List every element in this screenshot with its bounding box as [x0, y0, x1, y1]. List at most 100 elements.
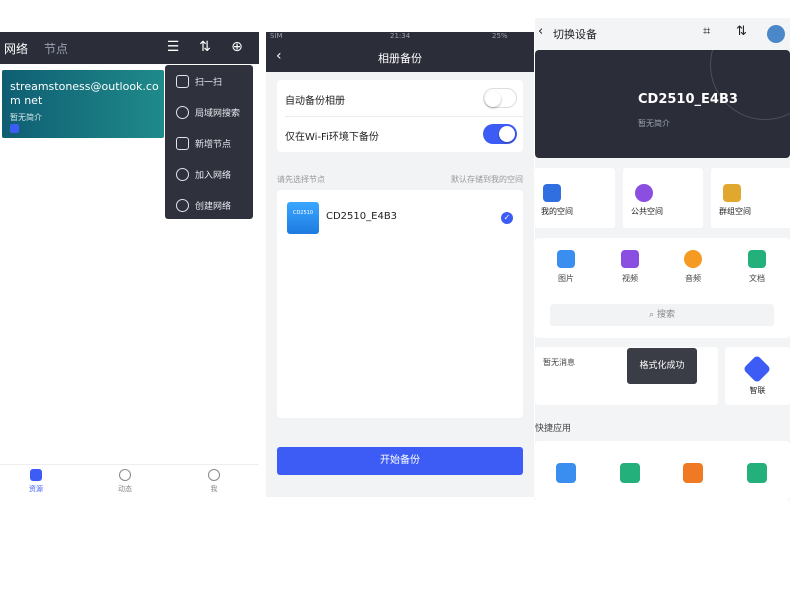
status-time: 21:34 — [390, 32, 411, 40]
sort-icon[interactable]: ⇅ — [196, 38, 214, 56]
device-card: CD2510_E4B3 暂无简介 — [535, 50, 790, 158]
scan-icon[interactable]: ⌗ — [703, 24, 710, 39]
node-icon-text: CD2510 — [292, 210, 314, 216]
device-home-screen: ‹ 切换设备 ⌗ ⇅ CD2510_E4B3 暂无简介 我的空间 公共空间 群组… — [535, 18, 790, 500]
check-icon[interactable]: ✓ — [501, 212, 513, 224]
switch-device-title[interactable]: 切换设备 — [553, 26, 597, 42]
group-space-card[interactable]: 群组空间 — [711, 168, 790, 228]
node-device-icon: CD2510 — [287, 202, 319, 234]
lock-app-icon[interactable] — [747, 463, 767, 483]
toggle-knob — [499, 126, 515, 142]
back-icon[interactable]: ‹ — [538, 24, 543, 39]
top-bar: 网络 节点 ☰ ⇅ ⊕ — [0, 32, 259, 64]
public-space-icon — [635, 184, 653, 202]
scan-icon — [176, 75, 189, 88]
menu-item-create-network[interactable]: 创建网络 — [165, 191, 253, 221]
menu-icon[interactable]: ☰ — [164, 38, 182, 56]
wifi-only-toggle[interactable] — [483, 124, 517, 144]
toggle-knob — [485, 91, 501, 107]
media-grid: 图片 视频 音频 文档 ⌕ 搜索 — [535, 238, 790, 338]
dropdown-menu: 扫一扫 局域网搜索 新增节点 加入网络 创建网络 — [165, 65, 253, 219]
message-text: 暂无消息 — [543, 358, 575, 367]
wifi-only-label: 仅在Wi-Fi环境下备份 — [285, 132, 379, 143]
create-network-icon — [176, 199, 189, 212]
status-bar: SIM 21:34 25% — [266, 32, 534, 42]
folder-icon — [30, 469, 42, 481]
media-item-audio[interactable]: 音频 — [673, 250, 713, 284]
device-name: CD2510_E4B3 — [638, 92, 738, 107]
nav-item-activity[interactable]: 动态 — [105, 469, 145, 494]
auto-backup-label: 自动备份相册 — [285, 96, 345, 107]
select-node-hint: 请先选择节点 — [277, 175, 325, 184]
media-label: 文档 — [749, 274, 765, 283]
device-subtitle: 暂无简介 — [638, 119, 670, 128]
add-icon[interactable]: ⊕ — [228, 38, 246, 56]
nav-item-label: 资源 — [29, 485, 43, 493]
join-network-icon — [176, 168, 189, 181]
network-card[interactable]: streamstoness@outlook.com net 暂无简介 — [2, 70, 164, 138]
space-label: 我的空间 — [541, 207, 573, 216]
smart-link-label: 智联 — [749, 386, 766, 395]
my-space-icon — [543, 184, 561, 202]
space-label: 群组空间 — [719, 207, 751, 216]
status-carrier: SIM — [270, 32, 283, 40]
backup-settings: 自动备份相册 仅在Wi-Fi环境下备份 — [277, 80, 523, 152]
media-label: 视频 — [622, 274, 638, 283]
avatar[interactable] — [767, 25, 785, 43]
menu-item-add-node[interactable]: 新增节点 — [165, 129, 253, 159]
photo-app-icon[interactable] — [556, 463, 576, 483]
menu-item-join-network[interactable]: 加入网络 — [165, 160, 253, 190]
nav-item-resources[interactable]: 资源 — [16, 469, 56, 494]
bottom-nav: 资源 动态 我 — [0, 464, 259, 497]
network-card-subtitle: 暂无简介 — [10, 113, 42, 122]
lan-search-icon — [176, 106, 189, 119]
search-placeholder: 搜索 — [656, 310, 675, 320]
document-icon — [748, 250, 766, 268]
nav-bar: ‹ 相册备份 — [266, 42, 534, 72]
storage-hint: 默认存储到我的空间 — [451, 175, 523, 184]
network-card-email: streamstoness@outlook.com net — [10, 80, 159, 107]
check-icon — [10, 124, 19, 133]
auto-backup-toggle[interactable] — [483, 88, 517, 108]
search-icon: ⌕ — [649, 310, 657, 320]
menu-item-label: 扫一扫 — [195, 78, 223, 88]
menu-item-scan[interactable]: 扫一扫 — [165, 67, 253, 97]
toast: 格式化成功 — [627, 348, 697, 384]
header: ‹ 切换设备 ⌗ ⇅ — [535, 18, 790, 48]
media-label: 音频 — [685, 274, 701, 283]
quick-apps — [535, 441, 790, 500]
tab-network[interactable]: 网络 — [4, 40, 28, 57]
node-name: CD2510_E4B3 — [326, 211, 398, 222]
my-space-card[interactable]: 我的空间 — [535, 168, 615, 228]
download-app-icon[interactable] — [683, 463, 703, 483]
space-label: 公共空间 — [631, 207, 663, 216]
status-battery: 25% — [492, 32, 508, 40]
contact-app-icon[interactable] — [620, 463, 640, 483]
image-icon — [557, 250, 575, 268]
add-node-icon — [176, 137, 189, 150]
nav-item-me[interactable]: 我 — [194, 469, 234, 494]
network-screen: 网络 节点 ☰ ⇅ ⊕ streamstoness@outlook.com ne… — [0, 32, 259, 497]
tab-nodes[interactable]: 节点 — [44, 40, 68, 57]
media-item-image[interactable]: 图片 — [546, 250, 586, 284]
smart-link-icon — [742, 354, 772, 384]
nav-item-label: 动态 — [118, 485, 132, 493]
start-backup-button[interactable]: 开始备份 — [277, 447, 523, 475]
group-space-icon — [723, 184, 741, 202]
sort-icon[interactable]: ⇅ — [736, 24, 747, 39]
menu-item-label: 加入网络 — [195, 171, 232, 181]
search-input[interactable]: ⌕ 搜索 — [550, 304, 774, 326]
smart-link-card[interactable]: 智联 — [725, 347, 790, 405]
node-list: CD2510 CD2510_E4B3 ✓ — [277, 190, 523, 418]
quick-apps-title: 快捷应用 — [535, 424, 572, 434]
menu-item-label: 新增节点 — [195, 140, 232, 150]
public-space-card[interactable]: 公共空间 — [623, 168, 703, 228]
decorative-ring — [710, 50, 790, 120]
nav-item-label: 我 — [210, 485, 218, 493]
menu-item-lan-search[interactable]: 局域网搜索 — [165, 98, 253, 128]
media-item-document[interactable]: 文档 — [737, 250, 777, 284]
wifi-only-row: 仅在Wi-Fi环境下备份 — [277, 116, 523, 152]
menu-item-label: 创建网络 — [195, 202, 232, 212]
media-item-video[interactable]: 视频 — [610, 250, 650, 284]
audio-icon — [684, 250, 702, 268]
